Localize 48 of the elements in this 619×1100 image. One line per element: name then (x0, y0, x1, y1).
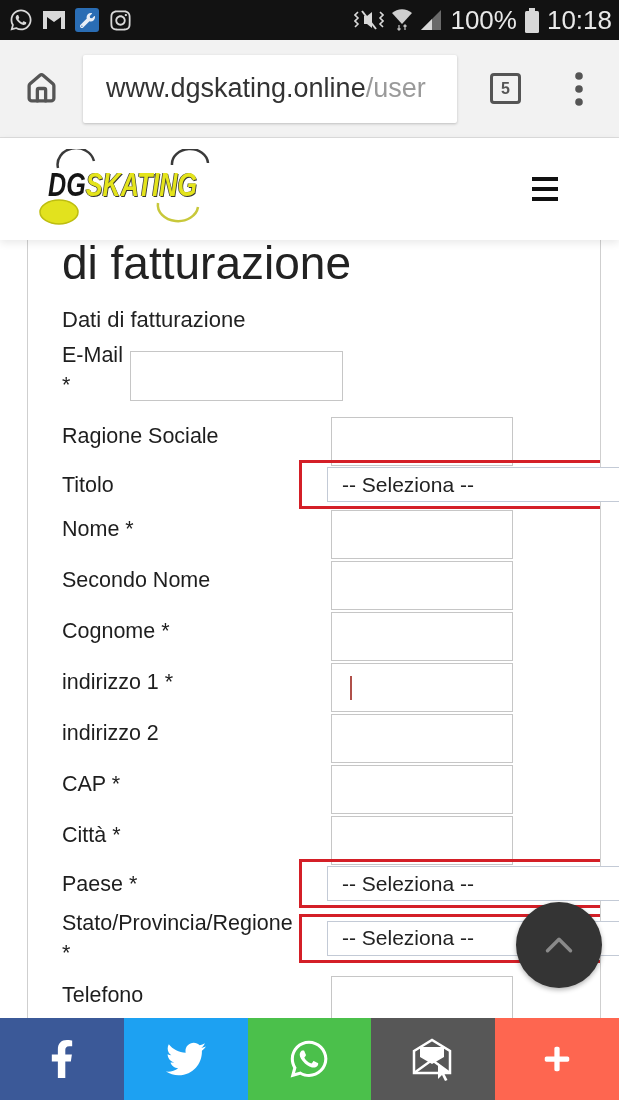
battery-icon (524, 7, 539, 33)
mail-icon (43, 11, 65, 29)
field-label: Paese * (62, 870, 138, 898)
url-field[interactable]: www.dgskating.online/user (83, 54, 457, 123)
select-field[interactable]: -- Seleziona -- (327, 866, 619, 901)
text-field[interactable] (331, 976, 513, 1018)
plus-icon (543, 1045, 572, 1073)
field-label: Secondo Nome (62, 567, 211, 594)
clock-time: 10:18 (546, 5, 612, 35)
email-share-button[interactable] (371, 1018, 496, 1100)
page-heading: di fatturazione (62, 240, 352, 286)
tab-count-button[interactable]: 5 (490, 73, 521, 104)
text-field[interactable] (331, 714, 513, 763)
facebook-share-button[interactable] (0, 1018, 124, 1100)
field-label: Titolo (62, 471, 114, 499)
select-field[interactable]: -- Seleziona -- (327, 467, 619, 502)
scroll-top-button[interactable] (516, 902, 602, 988)
field-label: Stato/Provincia/Regione * (62, 910, 294, 967)
section-title: Dati di fatturazione (62, 306, 247, 334)
text-field[interactable] (331, 765, 513, 814)
field-label: Nome * (62, 516, 134, 543)
text-field[interactable] (331, 561, 513, 610)
home-icon[interactable] (25, 72, 58, 105)
twitter-share-button[interactable] (123, 1018, 248, 1100)
text-field[interactable] (130, 351, 343, 401)
signal-icon (420, 9, 443, 31)
camera-icon (109, 8, 132, 32)
logo-text: DGSKATING (48, 169, 198, 199)
text-field[interactable] (331, 663, 513, 712)
text-field[interactable] (331, 510, 513, 559)
field-label: indirizzo 2 (62, 720, 159, 747)
whatsapp-icon (9, 8, 33, 32)
text-field[interactable] (331, 612, 513, 661)
field-label: Ragione Sociale (62, 423, 219, 450)
wrench-icon (75, 8, 99, 32)
text-field[interactable] (331, 816, 513, 865)
field-label: Cognome * (62, 618, 170, 645)
field-label: Città * (62, 822, 121, 849)
field-label: E-Mail * (62, 342, 124, 399)
field-label: Telefono (62, 982, 144, 1009)
wifi-icon (392, 9, 413, 31)
text-field[interactable] (331, 417, 513, 466)
vibrate-mute-icon (354, 9, 385, 31)
menu-icon[interactable] (532, 177, 558, 201)
battery-level: 100% (450, 5, 517, 35)
field-label: CAP * (62, 771, 121, 798)
field-label: indirizzo 1 * (62, 669, 174, 696)
more-options-icon[interactable] (574, 71, 584, 106)
